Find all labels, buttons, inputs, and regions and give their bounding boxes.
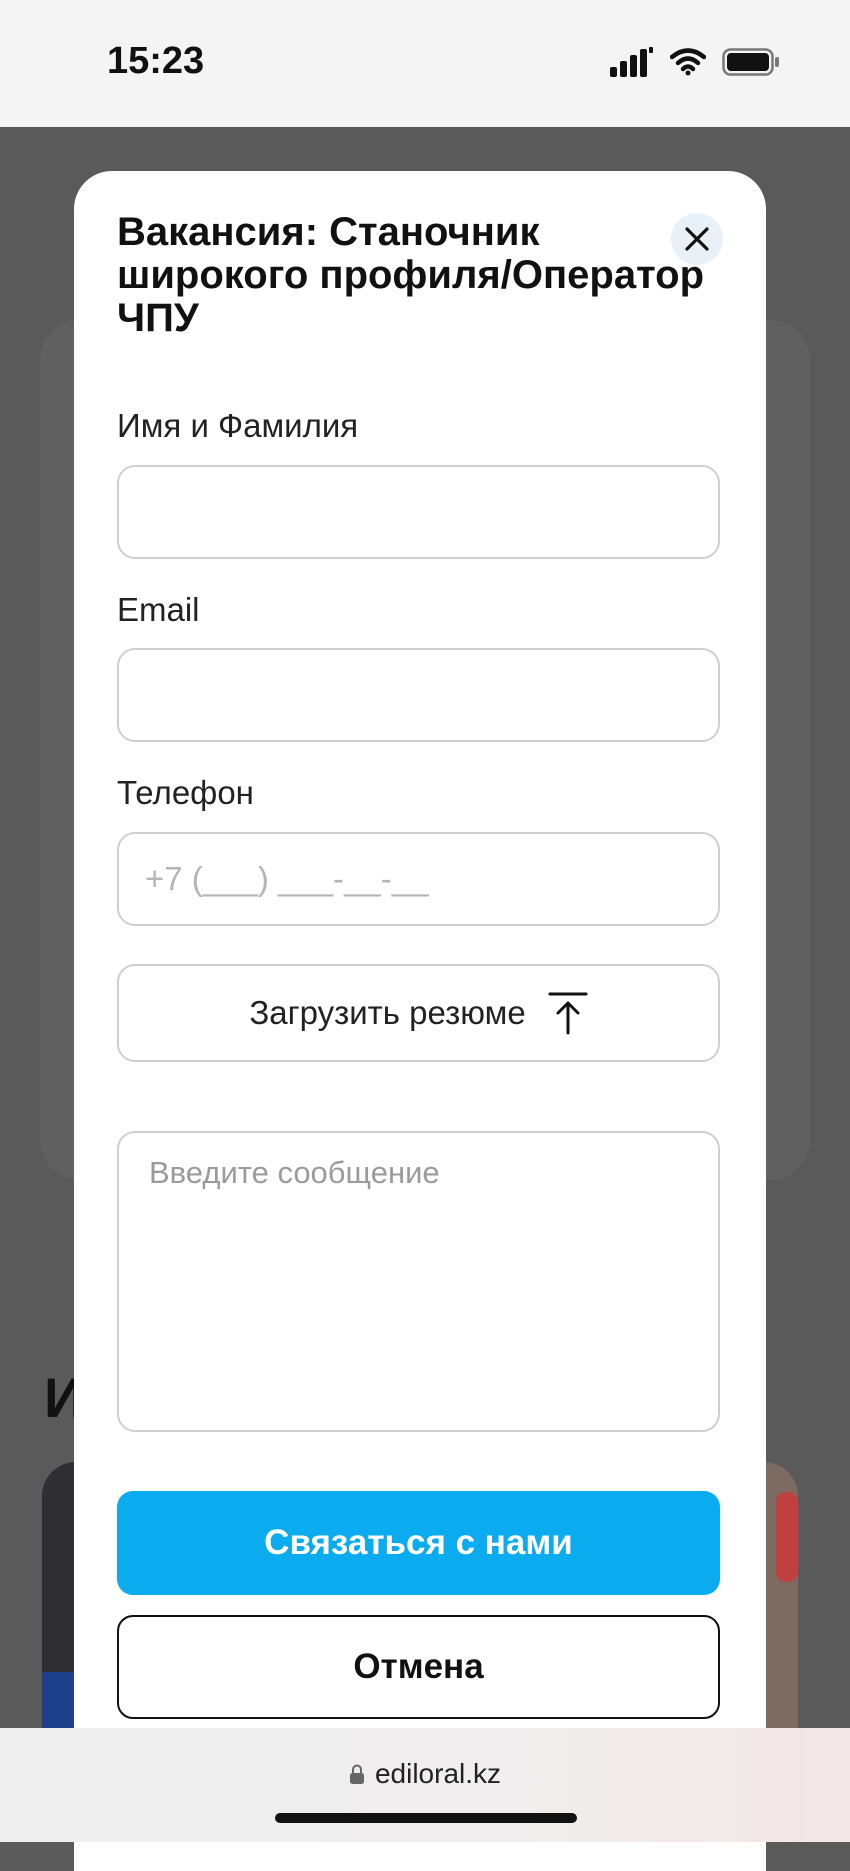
upload-resume-label: Загрузить резюме [249,994,526,1031]
message-textarea[interactable] [117,1131,720,1432]
close-icon [685,227,709,251]
upload-icon [548,992,588,1035]
email-input[interactable] [117,648,720,742]
signal-icon [610,47,653,77]
status-bar: 15:23 [0,0,850,127]
address-bar[interactable]: ediloral.kz [0,1758,850,1790]
home-indicator[interactable] [275,1813,577,1823]
url-text: ediloral.kz [374,1758,502,1789]
status-icons [610,42,780,82]
name-label: Имя и Фамилия [117,407,359,444]
email-label: Email [117,591,200,628]
browser-bottom-bar: ediloral.kz [0,1728,850,1842]
lock-icon [349,1764,364,1784]
contact-us-button[interactable]: Связаться с нами [117,1491,720,1595]
modal-title: Вакансия: Станочник широкого профиля/Опе… [117,210,705,340]
phone-label: Телефон [117,774,254,811]
wifi-icon [670,48,706,76]
phone-input[interactable] [117,832,720,926]
name-input[interactable] [117,465,720,559]
upload-resume-button[interactable]: Загрузить резюме [117,964,720,1062]
vacancy-modal: Вакансия: Станочник широкого профиля/Опе… [74,171,766,1871]
battery-icon [722,48,779,76]
status-time: 15:23 [107,40,205,82]
close-button[interactable] [671,213,723,265]
cancel-button[interactable]: Отмена [117,1615,720,1719]
